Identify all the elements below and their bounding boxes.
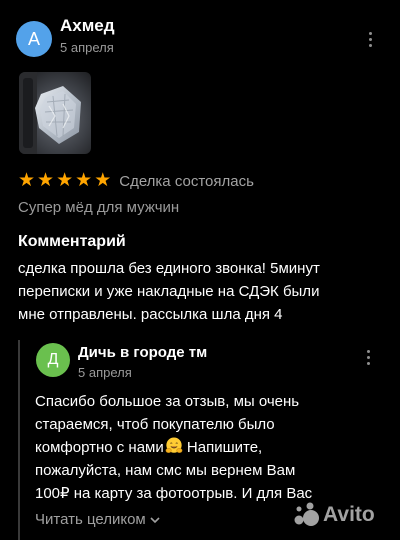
deal-status: Сделка состоялась <box>119 172 254 190</box>
comment-line: переписки и уже накладные на СДЭК были <box>18 283 320 300</box>
reply-text: Спасибо большое за отзыв, мы очень стара… <box>35 390 390 505</box>
reply-line: пожалуйста, нам смс мы вернем Вам <box>35 462 296 479</box>
reply-avatar[interactable]: Д <box>36 343 70 377</box>
review-subtitle: Супер мёд для мужчин <box>18 199 180 216</box>
reply-line-text: комфортно с нами <box>35 439 164 456</box>
star-icon: ★ <box>56 170 74 191</box>
hugging-face-emoji <box>165 437 183 453</box>
reply-line: стараемся, чтоб покупателю было <box>35 416 275 433</box>
rating-row: ★ ★ ★ ★ ★ Сделка состоялась <box>18 171 254 191</box>
read-more-label: Читать целиком <box>35 511 146 528</box>
review-date: 5 апреля <box>60 40 114 55</box>
review-photo[interactable] <box>19 72 91 154</box>
avito-logo-icon <box>294 502 319 526</box>
avatar-initial: А <box>27 28 40 49</box>
more-vertical-icon[interactable] <box>358 344 378 370</box>
star-icon: ★ <box>18 170 36 191</box>
reply-header: Д Дичь в городе тм 5 апреля <box>20 340 386 382</box>
watermark-text: Avito <box>323 503 375 526</box>
comment-line: сделка прошла без единого звонка! 5минут <box>18 260 320 277</box>
star-icon: ★ <box>75 170 93 191</box>
comment-text: сделка прошла без единого звонка! 5минут… <box>18 257 388 326</box>
star-icon: ★ <box>94 170 112 191</box>
read-more-link[interactable]: Читать целиком <box>35 511 160 528</box>
comment-title: Комментарий <box>18 233 126 250</box>
comment-line: мне отправлены. рассылка шла дня 4 <box>18 306 283 323</box>
photo-image <box>19 72 91 154</box>
star-rating: ★ ★ ★ ★ ★ <box>18 171 111 191</box>
reply-avatar-initial: Д <box>47 351 59 368</box>
reply-date: 5 апреля <box>78 365 132 380</box>
reply-line: Спасибо большое за отзыв, мы очень <box>35 393 300 410</box>
more-vertical-icon[interactable] <box>360 26 380 52</box>
star-icon: ★ <box>37 170 55 191</box>
reply-author-name[interactable]: Дичь в городе тм <box>78 344 207 361</box>
avito-watermark: Avito <box>293 497 393 533</box>
chevron-down-icon <box>150 516 160 523</box>
review-header: А Ахмед 5 апреля <box>16 12 386 58</box>
reply-line: комфортно с нами Напишите, <box>35 436 390 459</box>
review-author-name[interactable]: Ахмед <box>60 16 115 36</box>
reply-line-text: Напишите, <box>182 439 263 456</box>
avatar[interactable]: А <box>16 21 52 57</box>
